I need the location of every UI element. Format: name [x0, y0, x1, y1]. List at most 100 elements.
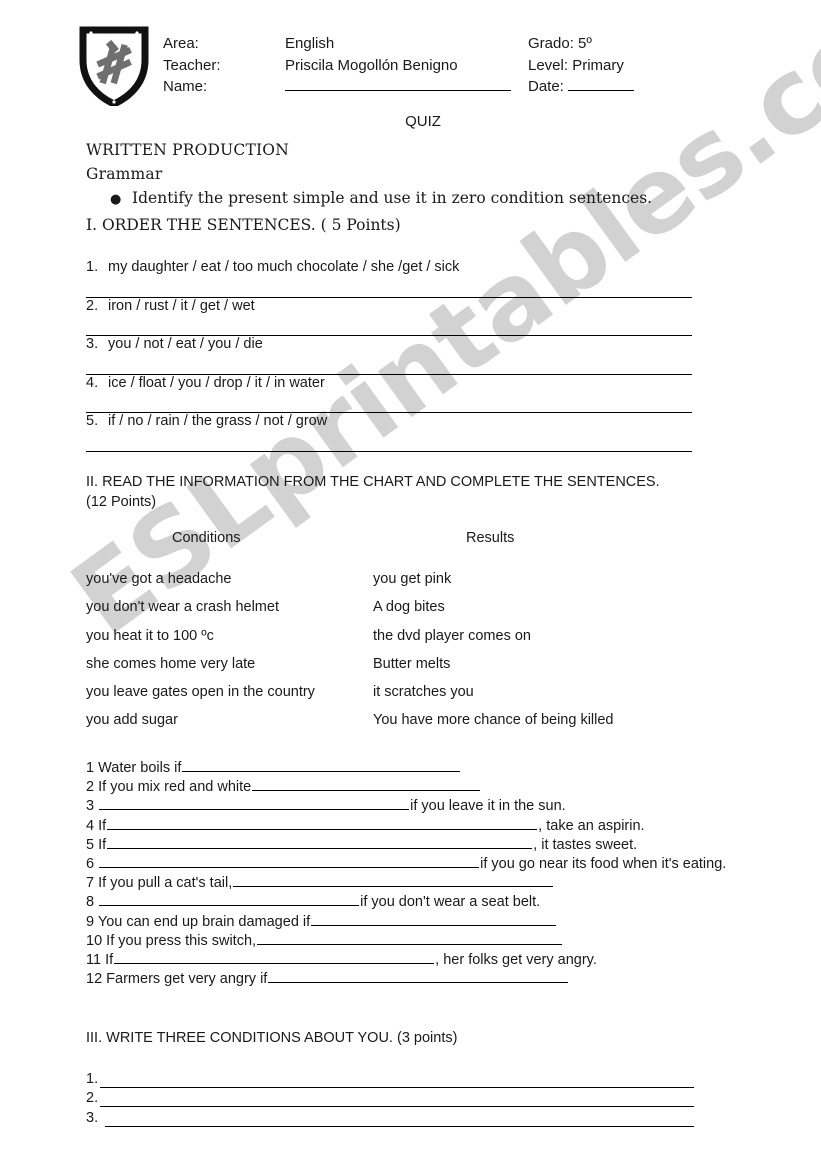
answer-number: 3.	[86, 1109, 99, 1126]
fill-number: 11	[86, 952, 102, 969]
fill-text-before: If you pull a cat's tail,	[98, 875, 233, 892]
answer-number: 1.	[86, 1070, 99, 1087]
chart-result: it scratches you	[373, 684, 474, 701]
order-item-text: 2. iron / rust / it / get / wet	[86, 298, 255, 314]
order-item-words: you / not / eat / you / die	[108, 336, 263, 352]
answer-rule[interactable]	[105, 1112, 694, 1127]
header-left-fields: Area: English Teacher: Priscila Mogollón…	[163, 33, 511, 98]
chart-result: you get pink	[373, 571, 452, 587]
field-date-label: Date:	[528, 78, 564, 95]
fill-blank[interactable]	[114, 951, 435, 965]
order-item: 4. ice / float / you / drop / it / in wat…	[86, 375, 692, 413]
field-level: Level: Primary	[528, 55, 634, 77]
fill-blank[interactable]	[257, 932, 563, 945]
order-item: 3. you / not / eat / you / die	[86, 336, 692, 375]
order-item: 2. iron / rust / it / get / wet	[86, 298, 692, 336]
fill-blank[interactable]	[311, 913, 557, 926]
order-item-text: 4. ice / float / you / drop / it / in wat…	[86, 375, 325, 391]
field-area: Area: English	[163, 33, 511, 55]
field-grado-value: 5º	[578, 35, 592, 52]
fill-text-after: if you don't wear a seat belt.	[360, 894, 541, 911]
fill-text-after: , it tastes sweet.	[533, 836, 638, 853]
fill-text-after: , her folks get very angry.	[435, 952, 597, 969]
fill-blank[interactable]	[99, 797, 410, 811]
chart-row: you add sugar You have more chance of be…	[86, 712, 746, 740]
section3-title: III. WRITE THREE CONDITIONS ABOUT YOU. (…	[86, 1030, 458, 1046]
field-area-value: English	[285, 35, 335, 52]
answer-rule[interactable]	[100, 1092, 694, 1107]
order-answer-rule[interactable]	[86, 450, 692, 452]
order-item-text: 3. you / not / eat / you / die	[86, 336, 263, 352]
chart-header-results: Results	[466, 530, 515, 546]
order-item-number: 2.	[86, 297, 99, 314]
chart-condition: you've got a headache	[86, 571, 232, 587]
fill-blank[interactable]	[182, 759, 461, 772]
section3-answer-lines: 1. 2. 3.	[86, 1068, 694, 1127]
field-area-label: Area:	[163, 35, 199, 52]
fill-number: 12	[86, 971, 103, 988]
fill-blank[interactable]	[99, 893, 360, 907]
fill-blank[interactable]	[252, 778, 481, 792]
fill-sentence: 1 Water boils if	[86, 759, 758, 778]
answer-row: 2.	[86, 1088, 694, 1107]
fill-text-before: If you mix red and white	[98, 779, 252, 796]
field-date: Date:	[528, 76, 635, 98]
fill-blank[interactable]	[107, 836, 533, 849]
fill-blank[interactable]	[99, 855, 480, 869]
worksheet-header: Area: English Teacher: Priscila Mogollón…	[0, 0, 821, 110]
section1-title: I. ORDER THE SENTENCES. ( 5 Points)	[86, 216, 401, 234]
fill-blank[interactable]	[268, 970, 569, 984]
grammar-heading: Grammar	[86, 165, 163, 183]
field-teacher-value: Priscila Mogollón Benigno	[285, 56, 458, 74]
section1-items: 1. my daughter / eat / too much chocolate…	[86, 259, 692, 452]
order-item-words: if / no / rain / the grass / not / grow	[108, 413, 328, 429]
order-item-words: iron / rust / it / get / wet	[108, 297, 255, 314]
fill-sentence: 12 Farmers get very angry if	[86, 970, 758, 989]
chart-header-conditions: Conditions	[172, 530, 241, 546]
date-input-blank[interactable]	[568, 77, 635, 91]
fill-number: 7	[86, 875, 95, 892]
answer-row: 1.	[86, 1068, 694, 1088]
chart-row: you leave gates open in the country it s…	[86, 684, 746, 712]
chart-condition: you add sugar	[86, 712, 178, 729]
fill-number: 9	[86, 913, 95, 930]
fill-sentence: 10 If you press this switch,	[86, 932, 758, 951]
name-input-blank[interactable]	[285, 77, 511, 91]
order-item: 5. if / no / rain / the grass / not / gro…	[86, 413, 692, 452]
fill-sentence: 8 if you don't wear a seat belt.	[86, 893, 758, 912]
answer-rule[interactable]	[100, 1073, 694, 1088]
order-item-words: ice / float / you / drop / it / in water	[108, 374, 325, 391]
fill-number: 6	[86, 856, 95, 873]
fill-number: 2	[86, 779, 95, 796]
fill-number: 3	[86, 798, 95, 815]
section2-sentences: 1 Water boils if 2 If you mix red and wh…	[86, 759, 758, 989]
order-item-words: my daughter / eat / too much chocolate /…	[108, 259, 460, 275]
fill-sentence: 2 If you mix red and white	[86, 778, 758, 797]
objective-bullet-text: Identify the present simple and use it i…	[132, 189, 653, 207]
school-crest-icon	[79, 24, 149, 106]
fill-blank[interactable]	[107, 817, 538, 830]
fill-blank[interactable]	[233, 874, 554, 888]
fill-number: 8	[86, 894, 95, 911]
field-level-label: Level:	[528, 56, 569, 74]
order-item: 1. my daughter / eat / too much chocolate…	[86, 259, 692, 298]
chart-result: You have more chance of being killed	[373, 712, 614, 729]
chart-result: Butter melts	[373, 655, 451, 672]
fill-sentence: 4 If , take an aspirin.	[86, 817, 758, 836]
chart-row: you heat it to 100 ºc the dvd player com…	[86, 628, 746, 656]
field-name-label: Name:	[163, 78, 208, 95]
field-grado: Grado: 5º	[528, 33, 634, 55]
objective-bullet-row: ● Identify the present simple and use it…	[110, 186, 746, 212]
fill-sentence: 7 If you pull a cat's tail,	[86, 874, 758, 893]
objectives-block: WRITTEN PRODUCTION Grammar ● Identify th…	[86, 138, 746, 238]
order-item-text: 1. my daughter / eat / too much chocolate…	[86, 259, 459, 275]
answer-row: 3.	[86, 1107, 694, 1127]
chart-condition: you heat it to 100 ºc	[86, 627, 214, 644]
fill-text-before: You can end up brain damaged if	[97, 913, 311, 930]
chart-rows: you've got a headache you get pink you d…	[86, 571, 746, 741]
fill-number: 1	[86, 760, 95, 776]
fill-text-after: if you go near its food when it's eating…	[480, 856, 727, 873]
field-name: Name:	[163, 76, 511, 98]
fill-text-after: , take an aspirin.	[538, 817, 645, 834]
field-level-value: Primary	[572, 56, 624, 74]
